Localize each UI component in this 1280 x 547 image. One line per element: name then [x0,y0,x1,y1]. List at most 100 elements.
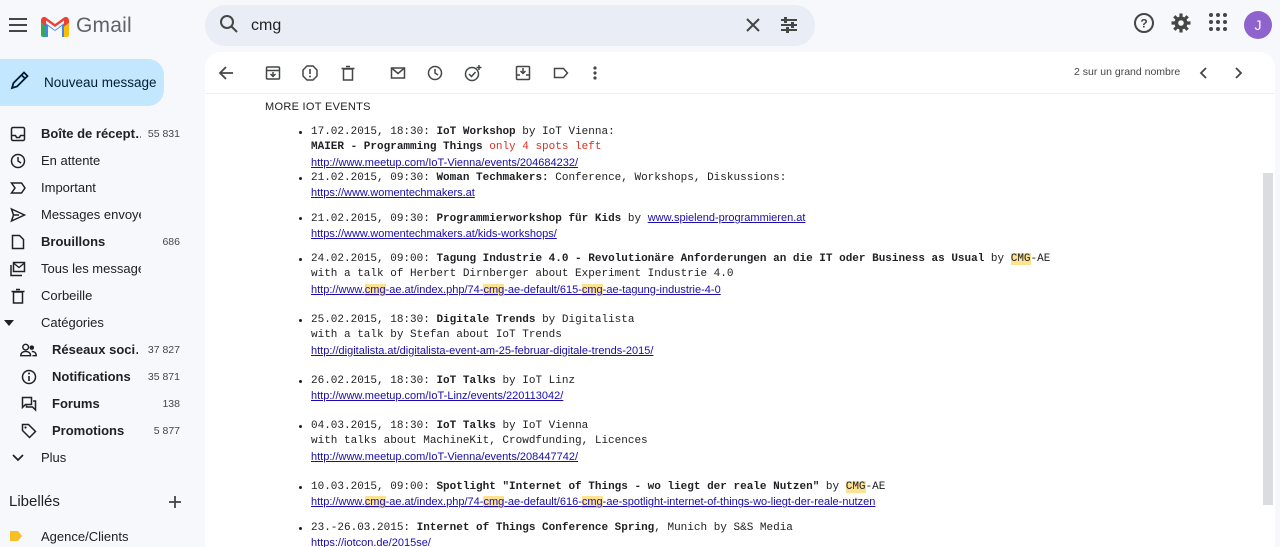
gear-icon[interactable] [1170,12,1192,39]
sidebar-item-promotions[interactable]: Promotions 5 877 [0,417,190,444]
event-link[interactable]: http://digitalista.at/digitalista-event-… [311,345,653,357]
sidebar-item-forums[interactable]: Forums 138 [0,390,190,417]
avatar[interactable]: J [1244,11,1272,39]
sidebar-item-label: En attente [41,153,101,168]
list-item: 25.02.2015, 18:30: Digitale Trends by Di… [299,313,1251,360]
draft-icon [9,233,26,250]
gmail-m-icon [41,16,69,37]
back-arrow-icon[interactable] [217,64,235,82]
sidebar-item-categories[interactable]: Catégories [0,309,190,336]
event-by: Conference, Workshops, Diskussions: [548,172,787,184]
chevron-right-icon[interactable] [1229,64,1247,82]
event-link[interactable]: https://iotcon.de/2015se/ [311,537,431,547]
search-bar[interactable] [205,5,815,46]
delete-icon[interactable] [339,64,357,82]
sidebar-item-label: Plus [41,450,67,465]
search-highlight: CMG [1010,253,1031,265]
sidebar-item-drafts[interactable]: Brouillons 686 [0,228,190,255]
list-item: 21.02.2015, 09:30: Woman Techmakers: Con… [299,171,1251,203]
event-inline-link[interactable]: www.spielend-programmieren.at [648,212,806,224]
event-link[interactable]: http://www.meetup.com/IoT-Vienna/events/… [311,451,578,463]
search-input[interactable] [251,14,731,38]
event-by: by [819,481,846,493]
event-by: by IoT Linz [495,375,576,387]
sidebar-item-more[interactable]: Plus [0,444,190,471]
search-highlight: cmg [581,496,603,509]
label-icon[interactable] [552,64,570,82]
more-vert-icon[interactable] [586,64,604,82]
event-date: 04.03.2015, 18:30: [311,420,430,432]
trash-icon [9,287,26,304]
archive-icon[interactable] [264,64,282,82]
event-by: by IoT Vienna: [515,126,615,138]
url-part: -ae.at/index.php/74- [385,496,484,509]
search-highlight: cmg [483,496,505,509]
event-subtitle: MAIER - Programming Things [311,141,483,154]
add-task-icon[interactable] [464,64,482,82]
sidebar-item-trash[interactable]: Corbeille [0,282,190,309]
label-item-agence-clients[interactable]: Agence/Clients [0,525,190,547]
event-title: IoT Workshop [436,126,516,138]
sidebar-item-label: Forums [52,396,100,411]
sidebar-item-label: Corbeille [41,288,93,303]
send-icon [9,206,26,223]
label-tag-icon [9,529,23,543]
top-bar: Gmail ? J [0,0,1280,52]
event-date: 26.02.2015, 18:30: [311,375,430,387]
pencil-icon [9,69,31,96]
event-link[interactable]: http://www.cmg-ae.at/index.php/74-cmg-ae… [311,283,721,296]
compose-button[interactable]: Nouveau message [0,59,164,106]
sidebar-item-label: Boîte de récept… [41,126,141,141]
search-highlight: CMG [845,481,866,493]
event-title: Programmierworkshop für Kids [436,213,622,225]
event-link[interactable]: http://www.meetup.com/IoT-Linz/events/22… [311,390,563,402]
url-part: http://www. [311,283,365,296]
event-title: Woman Techmakers: [436,172,549,184]
help-icon[interactable]: ? [1133,12,1155,39]
list-item: 26.02.2015, 18:30: IoT Talks by IoT Linz… [299,374,1251,406]
url-part: -ae-default/616- [504,496,582,509]
mark-unread-icon[interactable] [389,64,407,82]
sidebar-item-label: Catégories [41,315,104,330]
sidebar-item-updates[interactable]: Notifications 35 871 [0,363,190,390]
event-title: Internet of Things Conference Spring [416,522,655,534]
search-highlight: cmg [364,283,386,296]
report-spam-icon[interactable] [301,64,319,82]
section-title: MORE IOT EVENTS [265,101,371,113]
search-options-icon[interactable] [778,14,800,41]
pagination-text: 2 sur un grand nombre [1074,66,1181,78]
caret-down-icon [0,314,17,331]
chevron-left-icon[interactable] [1195,64,1213,82]
snooze-clock-icon[interactable] [426,64,444,82]
event-link[interactable]: http://www.cmg-ae.at/index.php/74-cmg-ae… [311,496,875,509]
search-icon[interactable] [219,14,239,39]
sidebar-item-sent[interactable]: Messages envoyés [0,201,190,228]
label-name: Agence/Clients [41,529,129,544]
scrollbar-thumb[interactable] [1263,173,1273,505]
apps-grid-icon[interactable] [1208,12,1228,37]
sidebar-item-label: Notifications [52,369,131,384]
event-date: 24.02.2015, 09:00: [311,253,430,265]
close-icon[interactable] [742,14,764,41]
event-title: Digitale Trends [436,314,536,326]
event-link[interactable]: https://www.womentechmakers.at [311,187,475,199]
sidebar-item-inbox[interactable]: Boîte de récept… 55 831 [0,120,190,147]
event-by: by [984,253,1011,265]
event-link[interactable]: http://www.meetup.com/IoT-Vienna/events/… [311,157,578,169]
compose-label: Nouveau message [44,75,157,90]
sidebar-item-label: Brouillons [41,234,106,249]
sidebar-item-important[interactable]: Important [0,174,190,201]
sidebar-nav: Boîte de récept… 55 831 En attente Importan… [0,120,190,471]
url-part: -ae-default/615- [504,283,582,296]
gmail-logo[interactable]: Gmail [41,12,132,40]
add-label-icon[interactable] [167,494,183,514]
event-org: -AE [1030,253,1051,265]
sidebar-item-all-mail[interactable]: Tous les messages [0,255,190,282]
main-menu-icon[interactable] [6,10,30,40]
sidebar-item-snoozed[interactable]: En attente [0,147,190,174]
event-link[interactable]: https://www.womentechmakers.at/kids-work… [311,228,557,240]
sidebar-item-social[interactable]: Réseaux soci… 37 827 [0,336,190,363]
sidebar-item-label: Messages envoyés [41,207,141,222]
info-icon [20,368,37,385]
move-to-icon[interactable] [514,64,532,82]
